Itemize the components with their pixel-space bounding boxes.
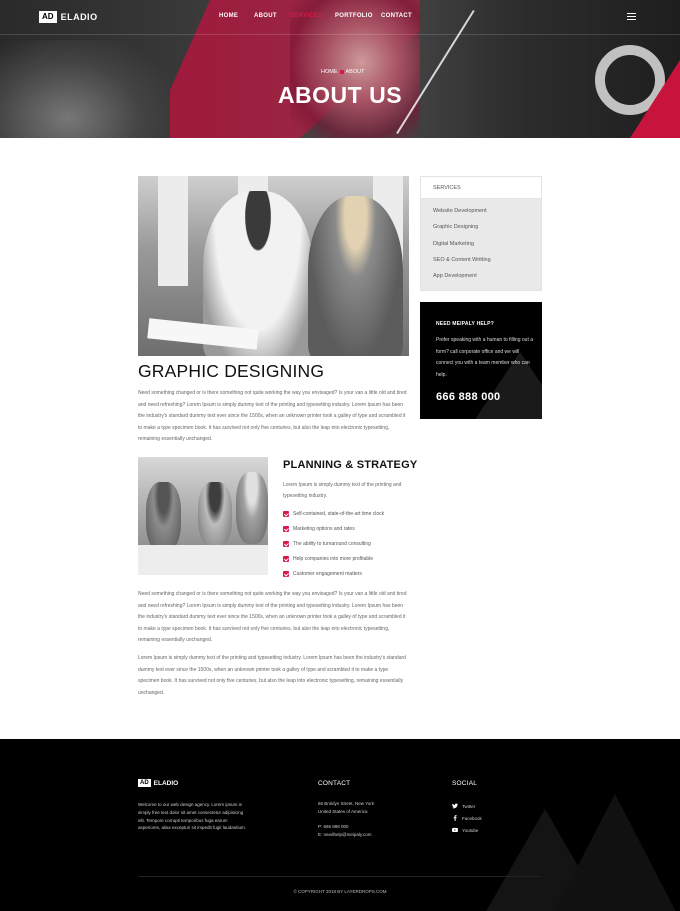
footer-logo[interactable]: AD ELADIO [138, 779, 178, 787]
facebook-icon [453, 815, 457, 821]
service-link-website-development[interactable]: Website Development [433, 208, 541, 224]
nav-services[interactable]: SERVICES [290, 13, 323, 19]
check-icon [283, 511, 289, 517]
footer-logo-box: AD [138, 779, 151, 787]
address-line: United States of America [318, 808, 368, 814]
body-paragraph: Lorem Ipsum is simply dummy text of the … [138, 655, 406, 696]
list-item: Self-contained, state-of-the-art time cl… [283, 509, 384, 524]
social-link-youtube[interactable]: Youtube [452, 824, 482, 836]
list-item: Help companies into more profitable [283, 554, 384, 569]
logo-box: AD [39, 11, 57, 23]
check-icon [283, 541, 289, 547]
help-text: Prefer speaking with a human to filling … [436, 337, 533, 378]
check-icon [283, 571, 289, 577]
site-footer: AD ELADIO Welcome to our web design agen… [0, 739, 680, 911]
contact-title: CONTACT [318, 780, 351, 787]
nav-about[interactable]: ABOUT [254, 13, 277, 19]
copyright: © COPYRIGHT 2018 BY LAYERDROPS.COM [293, 889, 387, 894]
nav-contact[interactable]: CONTACT [381, 13, 412, 19]
list-item: Customer engagement matters [283, 569, 384, 584]
site-logo[interactable]: AD ELADIO [39, 11, 98, 23]
body-paragraph: Need something changed or is there somet… [138, 591, 407, 644]
twitter-icon [452, 803, 458, 809]
intro-paragraph: Need something changed or is there somet… [138, 390, 407, 443]
check-icon [283, 556, 289, 562]
page-title: ABOUT US [277, 82, 403, 108]
hero-banner: AD ELADIO HOME ABOUT SERVICES PORTFOLIO … [0, 0, 680, 138]
contact-info: 66 Broklyn Street, New York United State… [318, 800, 374, 839]
list-item: Marketing options and rates [283, 524, 384, 539]
plan-heading: PLANNING & STRATEGY [283, 459, 418, 471]
list-item: The ability to turnaround consulting [283, 539, 384, 554]
service-link-digital-marketing[interactable]: Digital Marketing [433, 241, 541, 257]
menu-icon[interactable] [627, 13, 636, 21]
social-links: Twitter Facebook Youtube [452, 800, 482, 836]
services-list: Website Development Graphic Designing Di… [421, 199, 541, 289]
social-title: SOCIAL [452, 780, 478, 787]
contact-email[interactable]: E: needhelp@meipaly.com [318, 831, 374, 839]
nav-divider [0, 34, 680, 35]
section-heading: GRAPHIC DESIGNING [138, 361, 325, 381]
breadcrumb-about: ABOUT [345, 69, 365, 75]
address-line: 66 Broklyn Street, New York [318, 801, 375, 806]
nav-home[interactable]: HOME [219, 13, 238, 19]
social-link-facebook[interactable]: Facebook [452, 812, 482, 824]
service-link-seo-content[interactable]: SEO & Content Writting [433, 257, 541, 273]
services-title: SERVICES [421, 177, 541, 199]
help-title: NEED MEIPALY HELP? [436, 321, 494, 327]
logo-name: ELADIO [60, 12, 98, 22]
help-widget: NEED MEIPALY HELP? Prefer speaking with … [420, 302, 542, 419]
footer-about: Welcome to our web design agency. Lorem … [138, 802, 247, 831]
team-photo [138, 457, 268, 575]
services-widget: SERVICES Website Development Graphic Des… [420, 176, 542, 291]
main-photo [138, 176, 409, 356]
nav-portfolio[interactable]: PORTFOLIO [335, 13, 373, 19]
service-link-graphic-designing[interactable]: Graphic Designing [433, 224, 541, 240]
breadcrumb: HOME ABOUT [321, 69, 364, 75]
footer-logo-name: ELADIO [153, 779, 179, 787]
social-link-twitter[interactable]: Twitter [452, 800, 482, 812]
contact-phone[interactable]: P: 666 888 000 [318, 823, 374, 831]
breadcrumb-separator-icon [339, 69, 344, 74]
breadcrumb-home[interactable]: HOME [321, 69, 338, 75]
service-link-app-development[interactable]: App Development [433, 273, 541, 289]
youtube-icon [452, 827, 458, 833]
help-phone[interactable]: 666 888 000 [436, 391, 500, 403]
check-icon [283, 526, 289, 532]
plan-intro: Lorem Ipsum is simply dummy text of the … [283, 482, 402, 500]
feature-checklist: Self-contained, state-of-the-art time cl… [283, 509, 384, 584]
footer-divider [138, 876, 542, 877]
